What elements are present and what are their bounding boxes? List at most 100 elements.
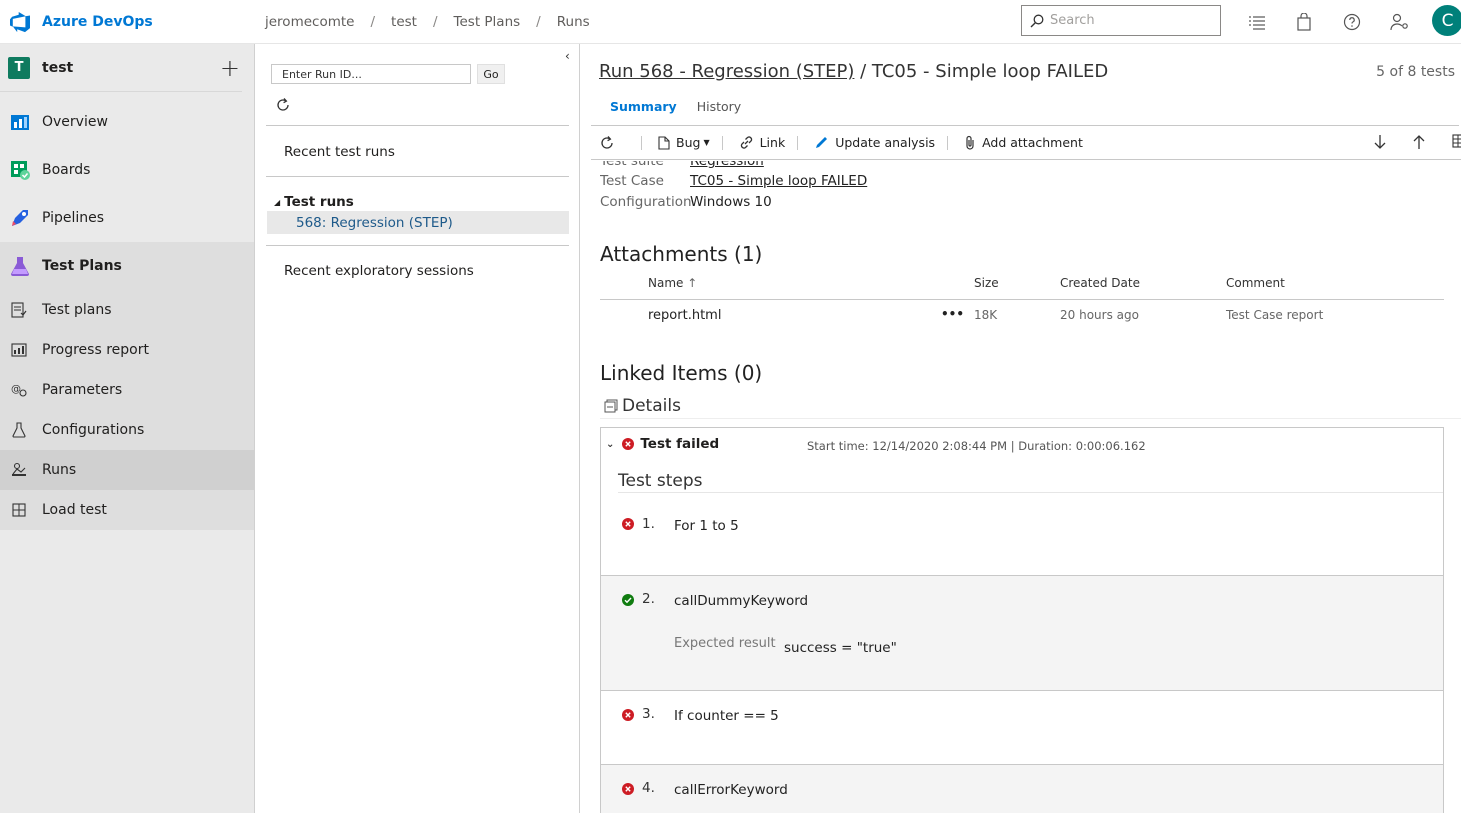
details-label: Details (622, 396, 681, 416)
step-action: If counter == 5 (674, 708, 779, 724)
pipelines-icon (8, 206, 32, 230)
nav-sub-load-test-label: Load test (42, 502, 107, 518)
arrow-down-icon[interactable] (1373, 134, 1387, 153)
column-options-icon[interactable] (1452, 134, 1461, 151)
task-list-icon[interactable] (1247, 12, 1267, 32)
col-created-date[interactable]: Created Date (1060, 276, 1140, 290)
link-button[interactable]: Link (739, 135, 785, 150)
project-header[interactable]: T test + (0, 44, 242, 92)
tabs: Summary History (610, 99, 761, 114)
attachment-name[interactable]: report.html (648, 308, 721, 323)
configuration-value: Windows 10 (690, 194, 772, 210)
refresh-icon[interactable] (275, 97, 291, 117)
nav-sub-configurations[interactable]: Configurations (0, 410, 254, 450)
user-settings-icon[interactable] (1390, 12, 1410, 32)
nav-boards-label: Boards (42, 162, 91, 178)
marketplace-bag-icon[interactable] (1294, 12, 1314, 32)
test-properties: Test suite Regression Test Case TC05 - S… (600, 161, 1000, 214)
nav-sub-parameters-label: Parameters (42, 382, 123, 398)
app-logo[interactable]: Azure DevOps (8, 10, 258, 34)
pencil-icon (816, 137, 828, 148)
toolbar-separator (797, 135, 799, 150)
step-action: callErrorKeyword (674, 782, 788, 798)
tab-history[interactable]: History (697, 99, 741, 114)
load-test-grid-icon (10, 501, 28, 519)
breadcrumb-runs[interactable]: Runs (557, 14, 590, 30)
test-case-label: Test Case (600, 173, 664, 189)
linked-items-heading: Linked Items (0) (600, 361, 763, 385)
recent-exploratory-sessions-link[interactable]: Recent exploratory sessions (284, 263, 474, 279)
test-runs-header-label: Test runs (284, 194, 354, 210)
nav-test-plans[interactable]: Test Plans (0, 242, 254, 290)
attachment-size: 18K (974, 308, 998, 322)
test-step: 4. callErrorKeyword (601, 764, 1443, 813)
test-timing: Start time: 12/14/2020 2:08:44 PM | Dura… (807, 439, 1146, 453)
user-avatar[interactable]: C (1432, 5, 1461, 36)
nav-sub-test-plans[interactable]: Test plans (0, 290, 254, 330)
test-case-title: / TC05 - Simple loop FAILED (854, 61, 1109, 82)
col-size[interactable]: Size (974, 276, 999, 290)
test-status: Test failed (640, 436, 720, 452)
run-id-row: Enter Run ID... Go (271, 64, 505, 84)
toolbar-separator (641, 135, 642, 150)
col-name[interactable]: Name ↑ (648, 276, 697, 290)
boards-icon (8, 158, 32, 182)
run-title-link[interactable]: Run 568 - Regression (STEP) (599, 61, 854, 82)
col-comment[interactable]: Comment (1226, 276, 1285, 290)
nav-sub-runs-label: Runs (42, 462, 77, 478)
bug-button[interactable]: Bug ▼ (658, 135, 710, 150)
arrow-up-icon[interactable] (1412, 134, 1426, 153)
attachments-heading: Attachments (1) (600, 242, 763, 266)
app-name: Azure DevOps (42, 13, 153, 30)
test-steps-heading: Test steps (618, 471, 703, 491)
test-result-header[interactable]: ⌄ Test failed (606, 436, 719, 452)
test-case-link[interactable]: TC05 - Simple loop FAILED (690, 173, 867, 189)
divider (266, 245, 569, 246)
attachment-comment: Test Case report (1226, 308, 1324, 322)
nav-sub-test-plans-label: Test plans (42, 302, 112, 318)
add-attachment-label: Add attachment (982, 135, 1083, 150)
chevron-down-icon[interactable]: ⌄ (606, 439, 614, 450)
details-section-header[interactable]: Details (604, 396, 681, 416)
collapse-panel-chevron-icon[interactable]: ‹ (565, 49, 570, 63)
test-step: 3. If counter == 5 (601, 690, 1443, 764)
breadcrumb-project[interactable]: test (391, 14, 417, 30)
nav-pipelines[interactable]: Pipelines (0, 194, 254, 242)
nav-boards[interactable]: Boards (0, 146, 254, 194)
breadcrumb-separator: / (432, 14, 438, 30)
step-number: 2. (642, 591, 655, 607)
search-input[interactable]: Search (1050, 13, 1095, 28)
toolbar-separator (947, 135, 949, 150)
selected-run-item[interactable]: 568: Regression (STEP) (267, 211, 569, 234)
tab-summary[interactable]: Summary (610, 99, 677, 114)
nav-sub-runs[interactable]: Runs (0, 450, 254, 490)
search-icon (1030, 14, 1044, 27)
nav-sub-progress-report[interactable]: Progress report (0, 330, 254, 370)
divider (266, 176, 569, 177)
test-runs-tree-header[interactable]: ◢ Test runs (274, 194, 354, 210)
help-icon[interactable] (1342, 12, 1362, 32)
failed-icon (622, 518, 634, 530)
nav-overview[interactable]: Overview (0, 98, 254, 146)
more-actions-icon[interactable]: ••• (941, 307, 964, 321)
breadcrumb-org[interactable]: jeromecomte (265, 14, 354, 30)
run-id-input[interactable]: Enter Run ID... (271, 64, 471, 84)
tree-expand-triangle-icon[interactable]: ◢ (274, 198, 280, 207)
runs-icon (10, 461, 28, 479)
overview-icon (8, 110, 32, 134)
nav-sub-load-test[interactable]: Load test (0, 490, 254, 530)
search-box[interactable]: Search (1021, 5, 1221, 36)
recent-test-runs-link[interactable]: Recent test runs (284, 144, 395, 160)
update-analysis-button[interactable]: Update analysis (814, 135, 935, 150)
step-number: 3. (642, 706, 655, 722)
go-button[interactable]: Go (477, 64, 505, 84)
page-title: Run 568 - Regression (STEP) / TC05 - Sim… (599, 61, 1108, 82)
add-icon[interactable]: + (220, 54, 240, 82)
breadcrumb-test-plans[interactable]: Test Plans (454, 14, 521, 30)
left-navigation: T test + Overview Boards Pipelines Test … (0, 44, 255, 813)
breadcrumb-separator: / (536, 14, 541, 30)
add-attachment-button[interactable]: Add attachment (964, 135, 1083, 150)
step-number: 1. (642, 516, 655, 532)
refresh-icon[interactable] (599, 135, 621, 151)
nav-sub-parameters[interactable]: @ Parameters (0, 370, 254, 410)
